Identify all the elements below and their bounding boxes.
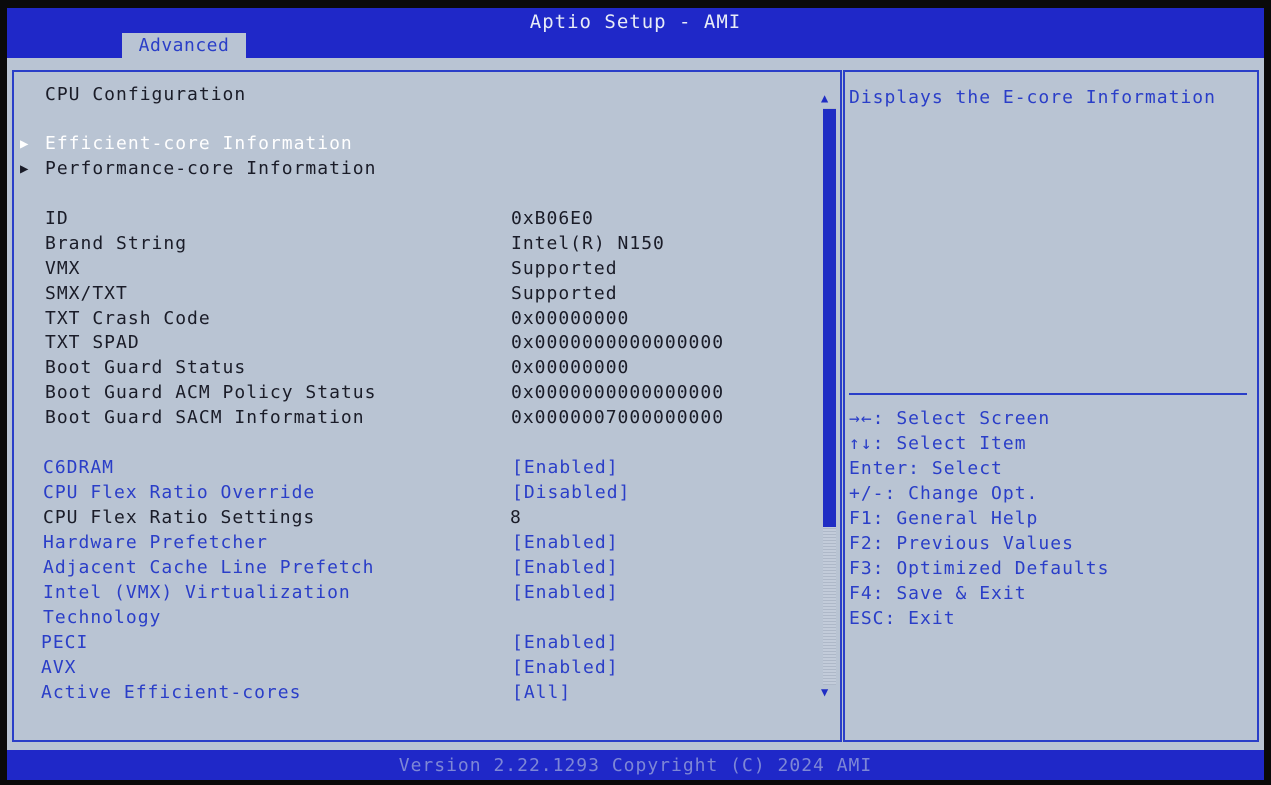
info-value: 0x0000000000000000	[511, 382, 725, 403]
option-value[interactable]: [Enabled]	[512, 582, 619, 604]
info-label: ID	[45, 208, 69, 229]
info-label: Boot Guard SACM Information	[45, 407, 365, 428]
info-value: 0x00000000	[511, 308, 630, 329]
page-title: CPU Configuration	[45, 84, 247, 105]
version-text: Version 2.22.1293 Copyright (C) 2024 AMI	[398, 755, 873, 776]
help-description: Displays the E-core Information	[849, 87, 1216, 108]
info-label: VMX	[45, 258, 81, 279]
option-avx[interactable]: AVX	[41, 657, 77, 679]
submenu-performance-core[interactable]: Performance-core Information	[45, 158, 376, 180]
option-cpu-flex-ratio-override[interactable]: CPU Flex Ratio Override	[43, 482, 315, 504]
help-panel	[843, 70, 1259, 742]
header-bar: Aptio Setup - AMI Advanced	[7, 8, 1264, 58]
help-key-change-opt: +/-: Change Opt.	[849, 483, 1039, 504]
option-adjacent-cache-line-prefetch[interactable]: Adjacent Cache Line Prefetch	[43, 557, 374, 579]
option-active-efficient-cores[interactable]: Active Efficient-cores	[41, 682, 301, 704]
option-value[interactable]: [Disabled]	[512, 482, 630, 504]
info-value: Supported	[511, 258, 618, 279]
submenu-arrow-icon: ▶	[20, 136, 29, 152]
info-value: 0x0000007000000000	[511, 407, 725, 428]
app-title: Aptio Setup - AMI	[529, 11, 742, 33]
option-cpu-flex-ratio-settings: CPU Flex Ratio Settings	[43, 507, 316, 528]
info-label: Boot Guard Status	[45, 357, 247, 378]
help-key-esc: ESC: Exit	[849, 608, 956, 629]
info-label: TXT SPAD	[45, 332, 140, 353]
help-key-enter: Enter: Select	[849, 458, 1003, 479]
option-c6dram[interactable]: C6DRAM	[43, 457, 114, 479]
option-value: 8	[510, 507, 522, 528]
option-value[interactable]: [Enabled]	[512, 632, 619, 654]
footer-bar: Version 2.22.1293 Copyright (C) 2024 AMI	[7, 750, 1264, 780]
submenu-efficient-core[interactable]: Efficient-core Information	[45, 133, 353, 155]
info-label: SMX/TXT	[45, 283, 128, 304]
submenu-arrow-icon: ▶	[20, 161, 29, 177]
option-value[interactable]: [All]	[512, 682, 571, 704]
scroll-up-icon[interactable]: ▲	[821, 91, 828, 105]
info-value: 0xB06E0	[511, 208, 594, 229]
option-value[interactable]: [Enabled]	[512, 457, 619, 479]
option-intel-vmx-virtualization[interactable]: Intel (VMX) Virtualization	[43, 582, 351, 604]
option-value[interactable]: [Enabled]	[512, 532, 619, 554]
option-value[interactable]: [Enabled]	[512, 557, 619, 579]
help-key-f1: F1: General Help	[849, 508, 1039, 529]
info-value: 0x00000000	[511, 357, 630, 378]
help-key-f2: F2: Previous Values	[849, 533, 1074, 554]
info-label: TXT Crash Code	[45, 308, 211, 329]
option-peci[interactable]: PECI	[41, 632, 88, 654]
help-key-f4: F4: Save & Exit	[849, 583, 1027, 604]
info-value: Supported	[511, 283, 618, 304]
info-value: 0x0000000000000000	[511, 332, 725, 353]
option-intel-vmx-virtualization-line2[interactable]: Technology	[43, 607, 161, 629]
info-label: Boot Guard ACM Policy Status	[45, 382, 377, 403]
info-value: Intel(R) N150	[511, 233, 665, 254]
help-key-select-item: ↑↓: Select Item	[849, 433, 1027, 454]
option-value[interactable]: [Enabled]	[512, 657, 619, 679]
bios-window: Aptio Setup - AMI Advanced CPU Configura…	[7, 8, 1264, 780]
option-hardware-prefetcher[interactable]: Hardware Prefetcher	[43, 532, 268, 554]
scroll-down-icon[interactable]: ▼	[821, 685, 828, 699]
info-label: Brand String	[45, 233, 188, 254]
tab-advanced[interactable]: Advanced	[122, 33, 246, 58]
help-key-select-screen: →←: Select Screen	[849, 408, 1051, 429]
help-key-f3: F3: Optimized Defaults	[849, 558, 1110, 579]
scrollbar-thumb[interactable]	[823, 109, 836, 527]
help-divider	[849, 393, 1247, 395]
